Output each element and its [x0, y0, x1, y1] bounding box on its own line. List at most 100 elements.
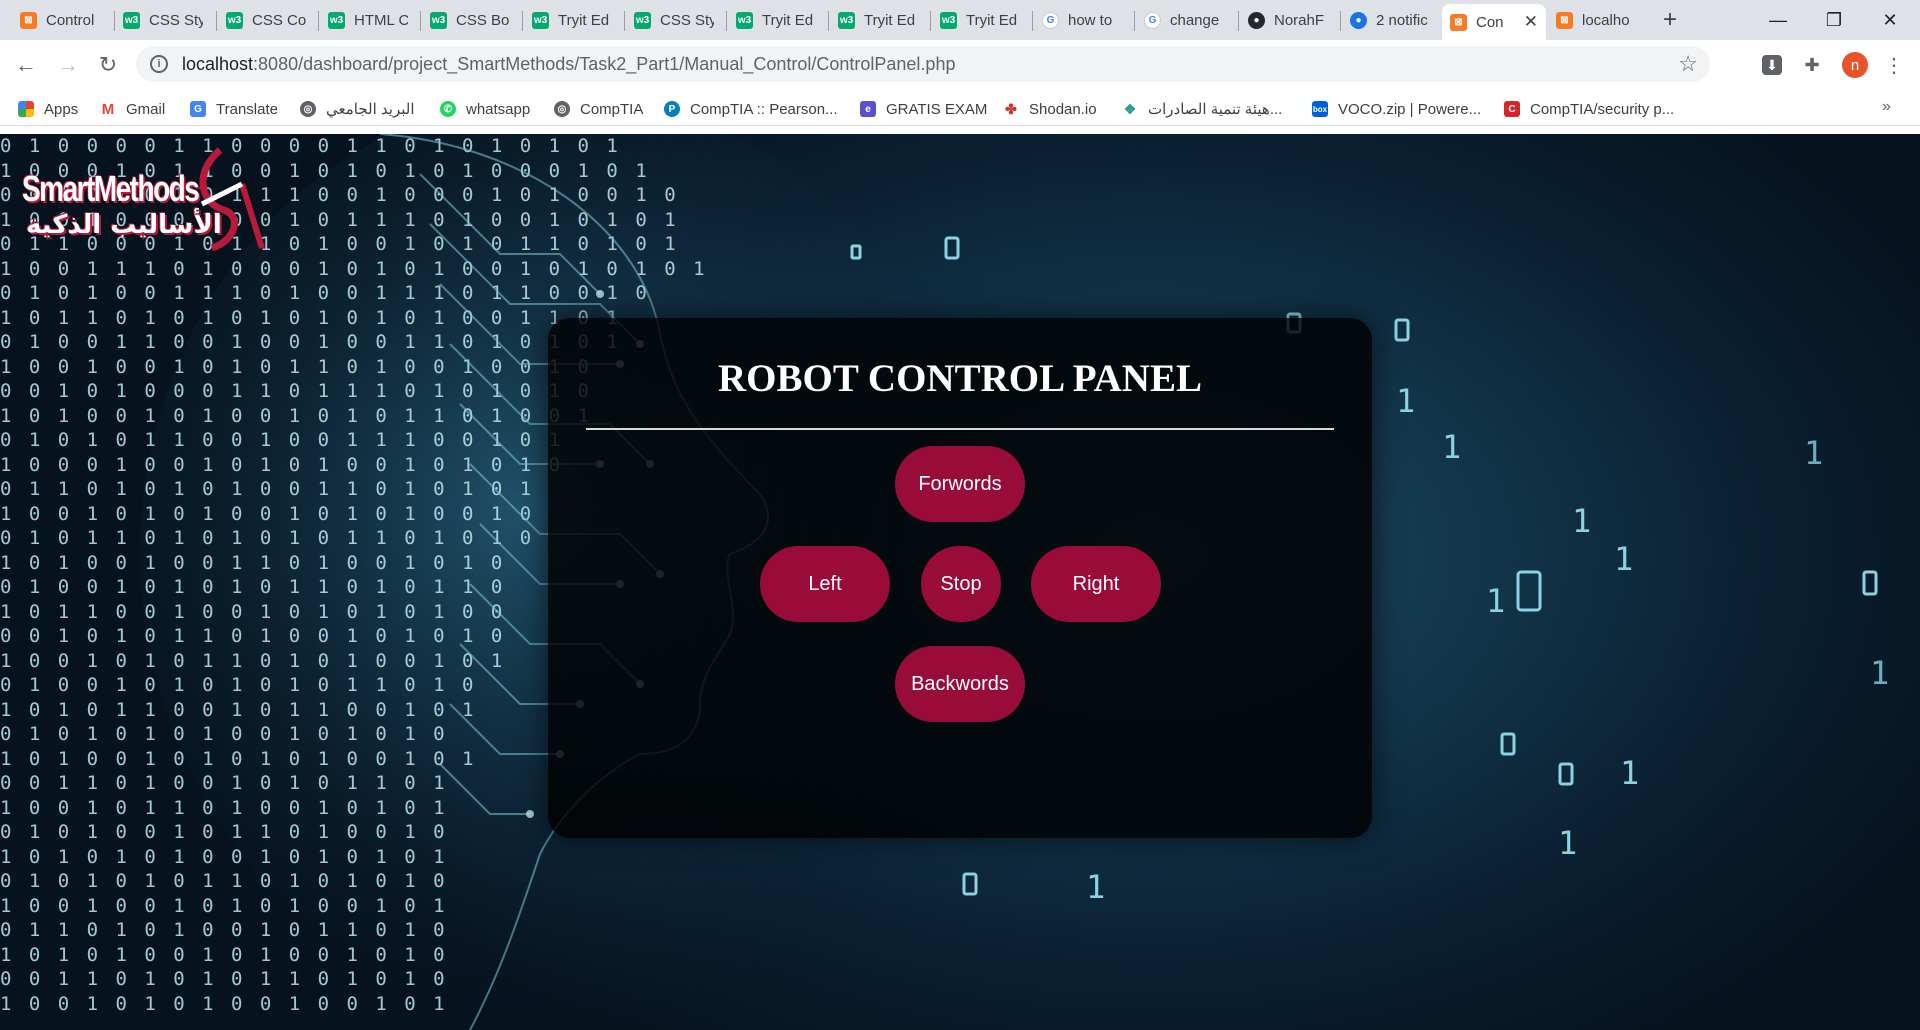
svg-text:1: 1 [1804, 434, 1823, 472]
stop-button[interactable]: Stop [921, 546, 1001, 622]
browser-tab[interactable]: G how to [1034, 5, 1132, 36]
globe-icon: ◎ [554, 101, 570, 117]
download-extension-icon[interactable]: ⬇ [1762, 55, 1782, 75]
svg-text:1: 1 [1572, 502, 1591, 540]
new-tab-button[interactable]: + [1656, 6, 1684, 34]
whatsapp-icon: ✆ [440, 101, 456, 117]
browser-tab[interactable]: w3 Tryit Ed [728, 5, 824, 36]
browser-tab[interactable]: w3 Tryit Ed [830, 5, 926, 36]
bookmark-star-icon[interactable]: ☆ [1678, 51, 1698, 77]
w3schools-icon: w3 [328, 12, 345, 29]
maximize-button[interactable]: ❐ [1806, 0, 1862, 40]
w3schools-icon: w3 [736, 12, 753, 29]
tab-label: CSS Col [252, 12, 306, 29]
svg-text:1: 1 [1558, 824, 1577, 862]
tab-label: Con [1476, 13, 1504, 31]
apps-grid-icon [18, 101, 34, 117]
backward-button[interactable]: Backwords [895, 646, 1025, 722]
tab-label: Tryit Ed [864, 12, 916, 29]
xampp-icon: ⊠ [20, 12, 37, 29]
tab-label: CSS Bor [456, 12, 510, 29]
url-text[interactable]: localhost:8080/dashboard/project_SmartMe… [182, 54, 1678, 75]
comptia-icon: C [1504, 101, 1520, 117]
robot-control-panel: ROBOT CONTROL PANEL Forwords Left Stop R… [548, 318, 1372, 838]
forward-button[interactable]: Forwords [895, 446, 1025, 522]
globe-icon: ◎ [300, 101, 316, 117]
forward-button[interactable]: → [52, 49, 84, 81]
minimize-button[interactable]: — [1750, 0, 1806, 40]
bookmark-pearson[interactable]: P CompTIA :: Pearson... [664, 98, 838, 120]
svg-text:1: 1 [1620, 754, 1639, 792]
tab-label: CSS Sty [660, 12, 714, 29]
bookmark-apps[interactable]: Apps [18, 98, 78, 120]
pearson-icon: P [664, 101, 680, 117]
left-button[interactable]: Left [760, 546, 890, 622]
browser-tab[interactable]: ⊠ localho [1548, 5, 1644, 36]
browser-tab[interactable]: ● NorahF [1240, 5, 1338, 36]
bookmark-gmail[interactable]: M Gmail [100, 98, 165, 120]
github-icon: ● [1248, 12, 1265, 29]
box-icon: box [1312, 101, 1328, 117]
w3schools-icon: w3 [430, 12, 447, 29]
browser-toolbar: ← → ↻ i localhost:8080/dashboard/project… [0, 40, 1920, 90]
browser-tab[interactable]: w3 CSS Col [218, 5, 314, 36]
w3schools-icon: w3 [634, 12, 651, 29]
browser-tab[interactable]: w3 CSS Sty [626, 5, 722, 36]
browser-tab[interactable]: w3 CSS Bor [422, 5, 518, 36]
google-icon: G [1042, 12, 1059, 29]
right-button[interactable]: Right [1031, 546, 1161, 622]
logo-text-arabic: الأساليب الذكية [26, 210, 222, 240]
browser-tab[interactable]: G change [1136, 5, 1236, 36]
browser-tab[interactable]: w3 CSS Sty [115, 5, 211, 36]
tab-label: 2 notific [1376, 12, 1428, 29]
svg-text:1: 1 [1086, 868, 1105, 906]
title-divider [586, 428, 1334, 430]
bookmark-gratis-exam[interactable]: e GRATIS EXAM [860, 98, 987, 120]
svg-text:1: 1 [1870, 654, 1889, 692]
bookmark-university-mail[interactable]: ◎ البريد الجامعي [300, 98, 415, 120]
close-window-button[interactable]: ✕ [1862, 0, 1918, 40]
browser-tab[interactable]: ● 2 notific [1342, 5, 1442, 36]
extensions-puzzle-icon[interactable]: ✚ [1800, 53, 1824, 77]
browser-tab[interactable]: ⊠ Control [12, 5, 108, 36]
shodan-icon: ✤ [1003, 101, 1019, 117]
gmail-icon: M [100, 100, 116, 118]
bookmark-translate[interactable]: G Translate [190, 98, 278, 120]
back-button[interactable]: ← [10, 49, 42, 81]
xampp-icon: ⊠ [1450, 13, 1467, 31]
site-info-icon[interactable]: i [150, 55, 168, 73]
address-bar[interactable]: i localhost:8080/dashboard/project_Smart… [136, 46, 1710, 82]
tab-label: localho [1582, 12, 1630, 29]
smartmethods-logo[interactable]: SmartMethods الأساليب الذكية [22, 144, 272, 264]
bookmark-export-authority[interactable]: ❖ هيئة تنمية الصادرات... [1122, 98, 1282, 120]
browser-tab[interactable]: w3 Tryit Ed [932, 5, 1028, 36]
bookmark-shodan[interactable]: ✤ Shodan.io [1003, 98, 1097, 120]
page-viewport: 1 1 1 1 1 1 1 1 1 1 0 1 0 0 0 0 1 1 0 0 … [0, 134, 1920, 1030]
browser-menu-icon[interactable]: ⋮ [1882, 52, 1906, 78]
leaf-icon: ❖ [1122, 100, 1138, 117]
tab-label: Tryit Ed [966, 12, 1018, 29]
svg-text:1: 1 [1614, 540, 1633, 578]
profile-avatar[interactable]: n [1842, 52, 1868, 78]
tab-strip: ⊠ Control w3 CSS Sty w3 CSS Col w3 HTML … [0, 0, 1920, 40]
browser-tab[interactable]: w3 Tryit Ed [524, 5, 620, 36]
tab-label: NorahF [1274, 12, 1325, 29]
w3schools-icon: w3 [532, 12, 549, 29]
tab-label: how to [1068, 12, 1113, 29]
more-bookmarks-icon[interactable]: » [1882, 98, 1891, 116]
w3schools-icon: w3 [226, 12, 243, 29]
bookmark-voco[interactable]: box VOCO.zip | Powere... [1312, 98, 1481, 120]
close-tab-icon[interactable]: ✕ [1524, 12, 1538, 32]
browser-tab-active[interactable]: ⊠ Con ✕ [1442, 4, 1546, 40]
notification-icon: ● [1350, 12, 1367, 29]
tab-label: HTML C [354, 12, 408, 29]
w3schools-icon: w3 [940, 12, 957, 29]
bookmark-comptia-security[interactable]: C CompTIA/security p... [1504, 98, 1674, 120]
tab-label: Tryit Ed [558, 12, 610, 29]
browser-tab[interactable]: w3 HTML C [320, 5, 416, 36]
reload-button[interactable]: ↻ [92, 49, 124, 81]
tab-label: Control [46, 12, 95, 29]
gratis-icon: e [860, 101, 876, 117]
bookmark-comptia[interactable]: ◎ CompTIA [554, 98, 643, 120]
bookmark-whatsapp[interactable]: ✆ whatsapp [440, 98, 530, 120]
